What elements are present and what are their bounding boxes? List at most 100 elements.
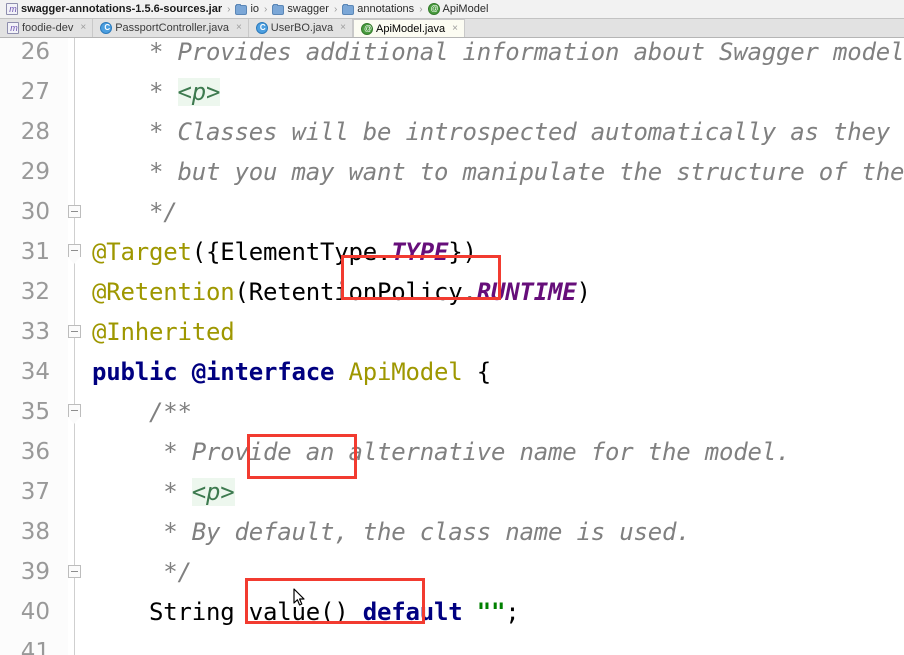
java-class-icon [100,22,113,34]
code-token: */ [92,198,178,226]
code-line[interactable]: 41 [0,632,904,655]
code-text[interactable]: @Inherited [92,312,904,352]
code-line[interactable]: 28 * Classes will be introspected automa… [0,112,904,152]
breadcrumb-item-jar[interactable]: swagger-annotations-1.5.6-sources.jar [4,1,224,18]
code-line[interactable]: 29 * but you may want to manipulate the … [0,152,904,192]
tab-userbo-java[interactable]: UserBO.java × [249,19,353,37]
fold-marker[interactable] [58,232,92,272]
fold-guide-line [74,432,75,472]
fold-collapse-icon[interactable] [68,205,81,218]
fold-guide-line [74,112,75,152]
code-line[interactable]: 32 @Retention(RetentionPolicy.RUNTIME) [0,272,904,312]
code-line[interactable]: 27 * <p> [0,72,904,112]
code-token: <p> [191,478,235,506]
breadcrumb-separator: › [264,3,268,15]
code-line[interactable]: 39 */ [0,552,904,592]
code-line[interactable]: 30 */ [0,192,904,232]
code-text[interactable]: */ [92,552,904,592]
code-line[interactable]: 31 @Target({ElementType.TYPE}) [0,232,904,272]
folder-icon [342,3,355,15]
code-text[interactable]: @Target({ElementType.TYPE}) [92,232,904,272]
code-token: TYPE [391,238,449,266]
code-text[interactable]: * Classes will be introspected automatic… [92,112,904,152]
code-token: * [92,478,192,506]
tab-apimodel-java[interactable]: ApiModel.java × [353,19,465,37]
code-text[interactable]: * Provides additional information about … [92,38,904,72]
line-number: 31 [20,239,50,265]
fold-marker[interactable] [58,312,92,352]
fold-guide-line [74,472,75,512]
tab-close-icon[interactable]: × [452,20,458,38]
code-line[interactable]: 40 String value() default ""; [0,592,904,632]
code-line[interactable]: 36 * Provide an alternative name for the… [0,432,904,472]
code-token: * Provide an alternative name for the mo… [92,438,791,466]
code-token: @Inherited [92,318,235,346]
breadcrumb-label: swagger-annotations-1.5.6-sources.jar [21,2,223,15]
maven-module-icon [7,22,20,34]
fold-marker [58,432,92,472]
ide-window: swagger-annotations-1.5.6-sources.jar › … [0,0,904,655]
fold-region-end-icon[interactable] [68,244,81,264]
code-text[interactable]: * By default, the class name is used. [92,512,904,552]
fold-collapse-icon[interactable] [68,565,81,578]
code-token: String [92,598,249,626]
breadcrumb-item-apimodel[interactable]: ApiModel [426,1,491,18]
code-line[interactable]: 37 * <p> [0,472,904,512]
code-text[interactable]: /** [92,392,904,432]
code-text[interactable]: * <p> [92,472,904,512]
fold-guide-line [74,512,75,552]
fold-guide-line [74,352,75,392]
code-token: "" [476,598,506,626]
code-line[interactable]: 34 public @interface ApiModel { [0,352,904,392]
code-line[interactable]: 26 * Provides additional information abo… [0,38,904,72]
breadcrumb-bar: swagger-annotations-1.5.6-sources.jar › … [0,0,904,19]
tab-close-icon[interactable]: × [80,19,86,37]
fold-region-end-icon[interactable] [68,404,81,424]
tab-passportcontroller-java[interactable]: PassportController.java × [93,19,249,37]
code-text[interactable]: @Retention(RetentionPolicy.RUNTIME) [92,272,904,312]
code-token: ) [576,278,591,306]
code-token: @interface [191,358,335,386]
code-line[interactable]: 33 @Inherited [0,312,904,352]
breadcrumb-label: io [250,2,260,15]
code-text[interactable]: * Provide an alternative name for the mo… [92,432,904,472]
tab-close-icon[interactable]: × [236,19,242,37]
tab-foodie-dev[interactable]: foodie-dev × [0,19,94,37]
code-text[interactable]: String value() default ""; [92,592,904,632]
breadcrumb-item-annotations[interactable]: annotations [340,1,416,18]
tab-strip-filler [464,19,904,37]
breadcrumb-separator: › [333,3,338,15]
breadcrumb-item-io[interactable]: io [233,1,261,18]
code-line[interactable]: 38 * By default, the class name is used. [0,512,904,552]
fold-marker[interactable] [58,552,92,592]
breadcrumb-separator: › [227,3,231,15]
fold-marker[interactable] [58,192,92,232]
code-line[interactable]: 35 /** [0,392,904,432]
fold-collapse-icon[interactable] [68,325,81,338]
folder-icon [235,3,248,15]
code-text[interactable]: * but you may want to manipulate the str… [92,152,904,192]
code-text[interactable]: * <p> [92,72,904,112]
tab-close-icon[interactable]: × [340,19,346,37]
code-token: * By default, the class name is used. [92,518,691,546]
annotation-class-icon [361,22,374,35]
code-token: RUNTIME [476,278,577,306]
code-token: ; [505,598,520,626]
fold-marker[interactable] [58,392,92,432]
breadcrumb-item-swagger[interactable]: swagger [270,1,331,18]
tab-label: PassportController.java [115,22,229,34]
line-number: 32 [20,279,50,305]
line-number: 27 [20,79,50,105]
code-token: ApiModel [348,358,463,386]
code-text[interactable]: */ [92,192,904,232]
line-number: 33 [20,319,50,345]
code-token: public [92,358,192,386]
java-class-icon [255,22,269,34]
breadcrumb-separator: › [419,3,423,15]
code-token: * Classes will be introspected automatic… [92,118,904,146]
code-text[interactable]: public @interface ApiModel { [92,352,904,392]
code-token: ({ElementType. [191,238,392,266]
code-editor[interactable]: 26 * Provides additional information abo… [0,38,904,655]
tab-label: UserBO.java [270,22,334,34]
